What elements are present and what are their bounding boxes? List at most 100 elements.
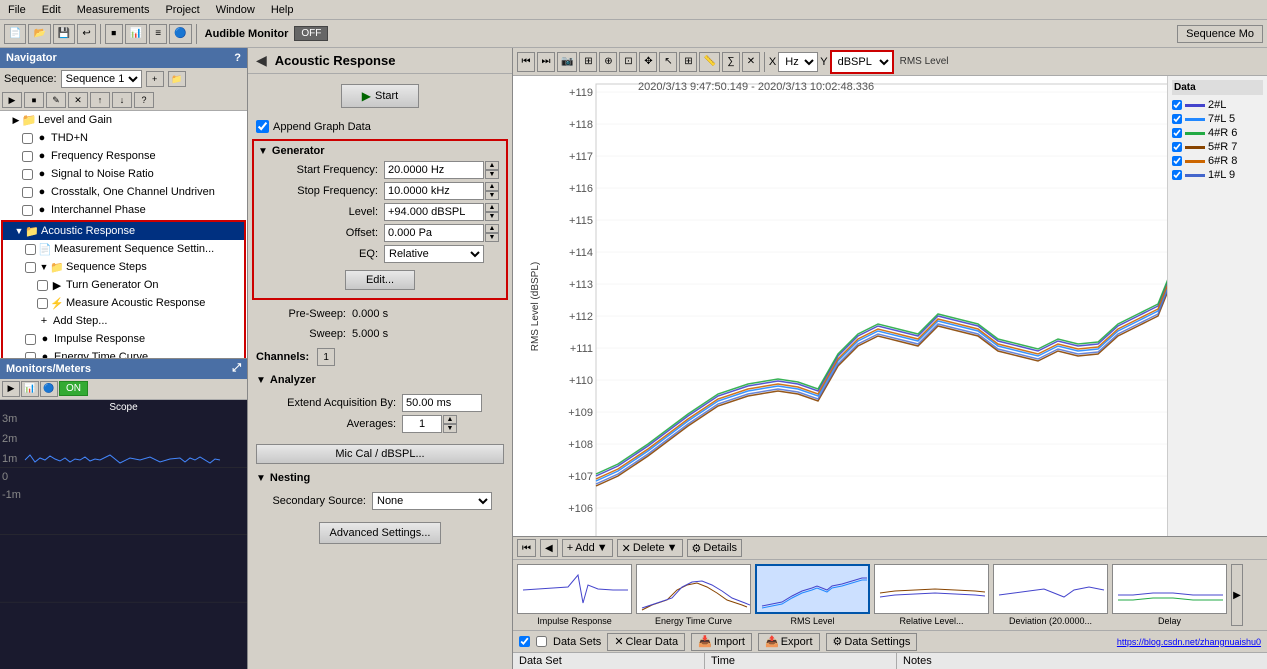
- y-unit-select[interactable]: dBSPL: [832, 52, 892, 72]
- nav-del-btn[interactable]: ✕: [68, 92, 88, 108]
- main-chart-svg[interactable]: +119 +118 +117 +116 +115 +114 +113: [558, 76, 1167, 536]
- tree-item-turn-gen[interactable]: ▶ Turn Generator On: [3, 276, 244, 294]
- sequence-mo-btn[interactable]: Sequence Mo: [1177, 25, 1263, 43]
- thumb-prev-btn[interactable]: ◀: [540, 539, 558, 557]
- back-btn[interactable]: ◀: [256, 52, 267, 69]
- nav-play-btn[interactable]: ▶: [2, 92, 22, 108]
- append-checkbox[interactable]: [256, 120, 269, 133]
- eq-select[interactable]: Relative: [384, 245, 484, 263]
- legend-check-5[interactable]: [1172, 170, 1182, 180]
- stop-freq-up[interactable]: ▲: [485, 182, 499, 191]
- level-input[interactable]: [384, 203, 484, 221]
- tree-item-freq-resp[interactable]: ● Frequency Response: [0, 147, 247, 165]
- thumb-details-btn[interactable]: ⚙ Details: [687, 539, 743, 557]
- tree-toggle-level-gain[interactable]: ▶: [10, 114, 22, 126]
- tree-item-impulse[interactable]: ● Impulse Response: [3, 330, 244, 348]
- thumb-impulse[interactable]: Impulse Response: [517, 564, 632, 626]
- avg-up[interactable]: ▲: [443, 415, 457, 424]
- thumb-first-btn[interactable]: ⏮: [517, 539, 536, 557]
- menu-file[interactable]: File: [0, 2, 34, 18]
- check-meas-seq[interactable]: [25, 244, 36, 255]
- bluetooth-btn[interactable]: 🔵: [169, 24, 191, 44]
- datasets-check2[interactable]: [536, 636, 547, 647]
- tree-item-meas-acoustic[interactable]: ⚡ Measure Acoustic Response: [3, 294, 244, 312]
- save-btn[interactable]: 💾: [53, 24, 75, 44]
- nav-add-btn[interactable]: +: [146, 71, 164, 87]
- check-thdn[interactable]: [22, 133, 33, 144]
- start-freq-input[interactable]: [384, 161, 484, 179]
- thumb-scroll-right[interactable]: ▶: [1231, 564, 1243, 626]
- offset-up[interactable]: ▲: [485, 224, 499, 233]
- mic-cal-btn[interactable]: Mic Cal / dBSPL...: [256, 444, 504, 464]
- tree-item-interchannel[interactable]: ● Interchannel Phase: [0, 201, 247, 219]
- check-impulse[interactable]: [25, 334, 36, 345]
- clear-data-btn[interactable]: ✕ Clear Data: [607, 633, 685, 651]
- nav-help-icon[interactable]: ?: [234, 52, 241, 64]
- tree-item-seq-steps[interactable]: ▼ 📁 Sequence Steps: [3, 258, 244, 276]
- tree-item-thdn[interactable]: ● THD+N: [0, 129, 247, 147]
- tree-item-level-gain[interactable]: ▶ 📁 Level and Gain: [0, 111, 247, 129]
- stop-freq-down[interactable]: ▼: [485, 191, 499, 200]
- menu-window[interactable]: Window: [208, 2, 263, 18]
- tree-item-crosstalk[interactable]: ● Crosstalk, One Channel Undriven: [0, 183, 247, 201]
- averages-input[interactable]: [402, 415, 442, 433]
- stop-freq-input[interactable]: [384, 182, 484, 200]
- legend-check-4[interactable]: [1172, 156, 1182, 166]
- graph-close-btn[interactable]: ✕: [742, 52, 760, 72]
- data-settings-btn[interactable]: ⚙ Data Settings: [826, 633, 918, 651]
- legend-check-1[interactable]: [1172, 114, 1182, 124]
- nav-edit-btn[interactable]: ✎: [46, 92, 66, 108]
- start-freq-up[interactable]: ▲: [485, 161, 499, 170]
- graph-zoom-btn[interactable]: ⊕: [599, 52, 617, 72]
- adv-settings-btn[interactable]: Advanced Settings...: [319, 522, 442, 544]
- new-btn[interactable]: 📄: [4, 24, 26, 44]
- tree-toggle-seq-steps[interactable]: ▼: [38, 261, 50, 273]
- menu-edit[interactable]: Edit: [34, 2, 69, 18]
- graph-grid-btn[interactable]: ⊞: [679, 52, 697, 72]
- graph-first-btn[interactable]: ⏮: [517, 52, 535, 72]
- level-down[interactable]: ▼: [485, 212, 499, 221]
- tree-item-add-step[interactable]: + Add Step...: [3, 312, 244, 330]
- tree-item-energy[interactable]: ● Energy Time Curve: [3, 348, 244, 358]
- import-btn[interactable]: 📥 Import: [691, 633, 752, 651]
- legend-check-2[interactable]: [1172, 128, 1182, 138]
- check-snr[interactable]: [22, 169, 33, 180]
- graph-prev-btn[interactable]: ⏭: [537, 52, 555, 72]
- graph-btn2[interactable]: ≡: [149, 24, 167, 44]
- extend-input[interactable]: [402, 394, 482, 412]
- sequence-select[interactable]: Sequence 1: [61, 70, 142, 88]
- menu-project[interactable]: Project: [157, 2, 207, 18]
- analyzer-collapse-icon[interactable]: ▼: [256, 375, 266, 386]
- nav-help2-btn[interactable]: ?: [134, 92, 154, 108]
- check-seq-steps[interactable]: [25, 262, 36, 273]
- graph-math-btn[interactable]: ∑: [722, 52, 740, 72]
- legend-check-3[interactable]: [1172, 142, 1182, 152]
- open-btn[interactable]: 📂: [28, 24, 50, 44]
- graph-svg-container[interactable]: +119 +118 +117 +116 +115 +114 +113: [558, 76, 1167, 536]
- nesting-collapse-icon[interactable]: ▼: [256, 473, 266, 484]
- tree-item-acoustic[interactable]: ▼ 📁 Acoustic Response: [3, 222, 244, 240]
- graph-cursor-btn[interactable]: ↖: [659, 52, 677, 72]
- graph-marker-btn[interactable]: 📏: [699, 52, 719, 72]
- check-meas-acoustic[interactable]: [37, 298, 48, 309]
- check-turn-gen[interactable]: [37, 280, 48, 291]
- url-link[interactable]: https://blog.csdn.net/zhangnuaishu0: [1117, 637, 1261, 647]
- stop-btn[interactable]: ⏹: [105, 24, 123, 44]
- export-btn[interactable]: 📤 Export: [758, 633, 820, 651]
- nav-down-btn[interactable]: ↓: [112, 92, 132, 108]
- generator-collapse-icon[interactable]: ▼: [258, 146, 268, 157]
- thumb-add-btn[interactable]: + Add ▼: [562, 539, 613, 557]
- thumb-deviation[interactable]: Deviation (20.0000...: [993, 564, 1108, 626]
- menu-measurements[interactable]: Measurements: [69, 2, 158, 18]
- offset-input[interactable]: [384, 224, 484, 242]
- thumb-rms[interactable]: RMS Level: [755, 564, 870, 626]
- mon-chart-btn[interactable]: 📊: [21, 381, 39, 397]
- thumb-delay[interactable]: Delay: [1112, 564, 1227, 626]
- check-interchannel[interactable]: [22, 205, 33, 216]
- tree-item-meas-seq[interactable]: 📄 Measurement Sequence Settin...: [3, 240, 244, 258]
- nav-up-btn[interactable]: ↑: [90, 92, 110, 108]
- tree-toggle-acoustic[interactable]: ▼: [13, 225, 25, 237]
- datasets-check[interactable]: [519, 636, 530, 647]
- graph-btn1[interactable]: 📊: [125, 24, 147, 44]
- mon-on-btn[interactable]: ON: [59, 381, 88, 396]
